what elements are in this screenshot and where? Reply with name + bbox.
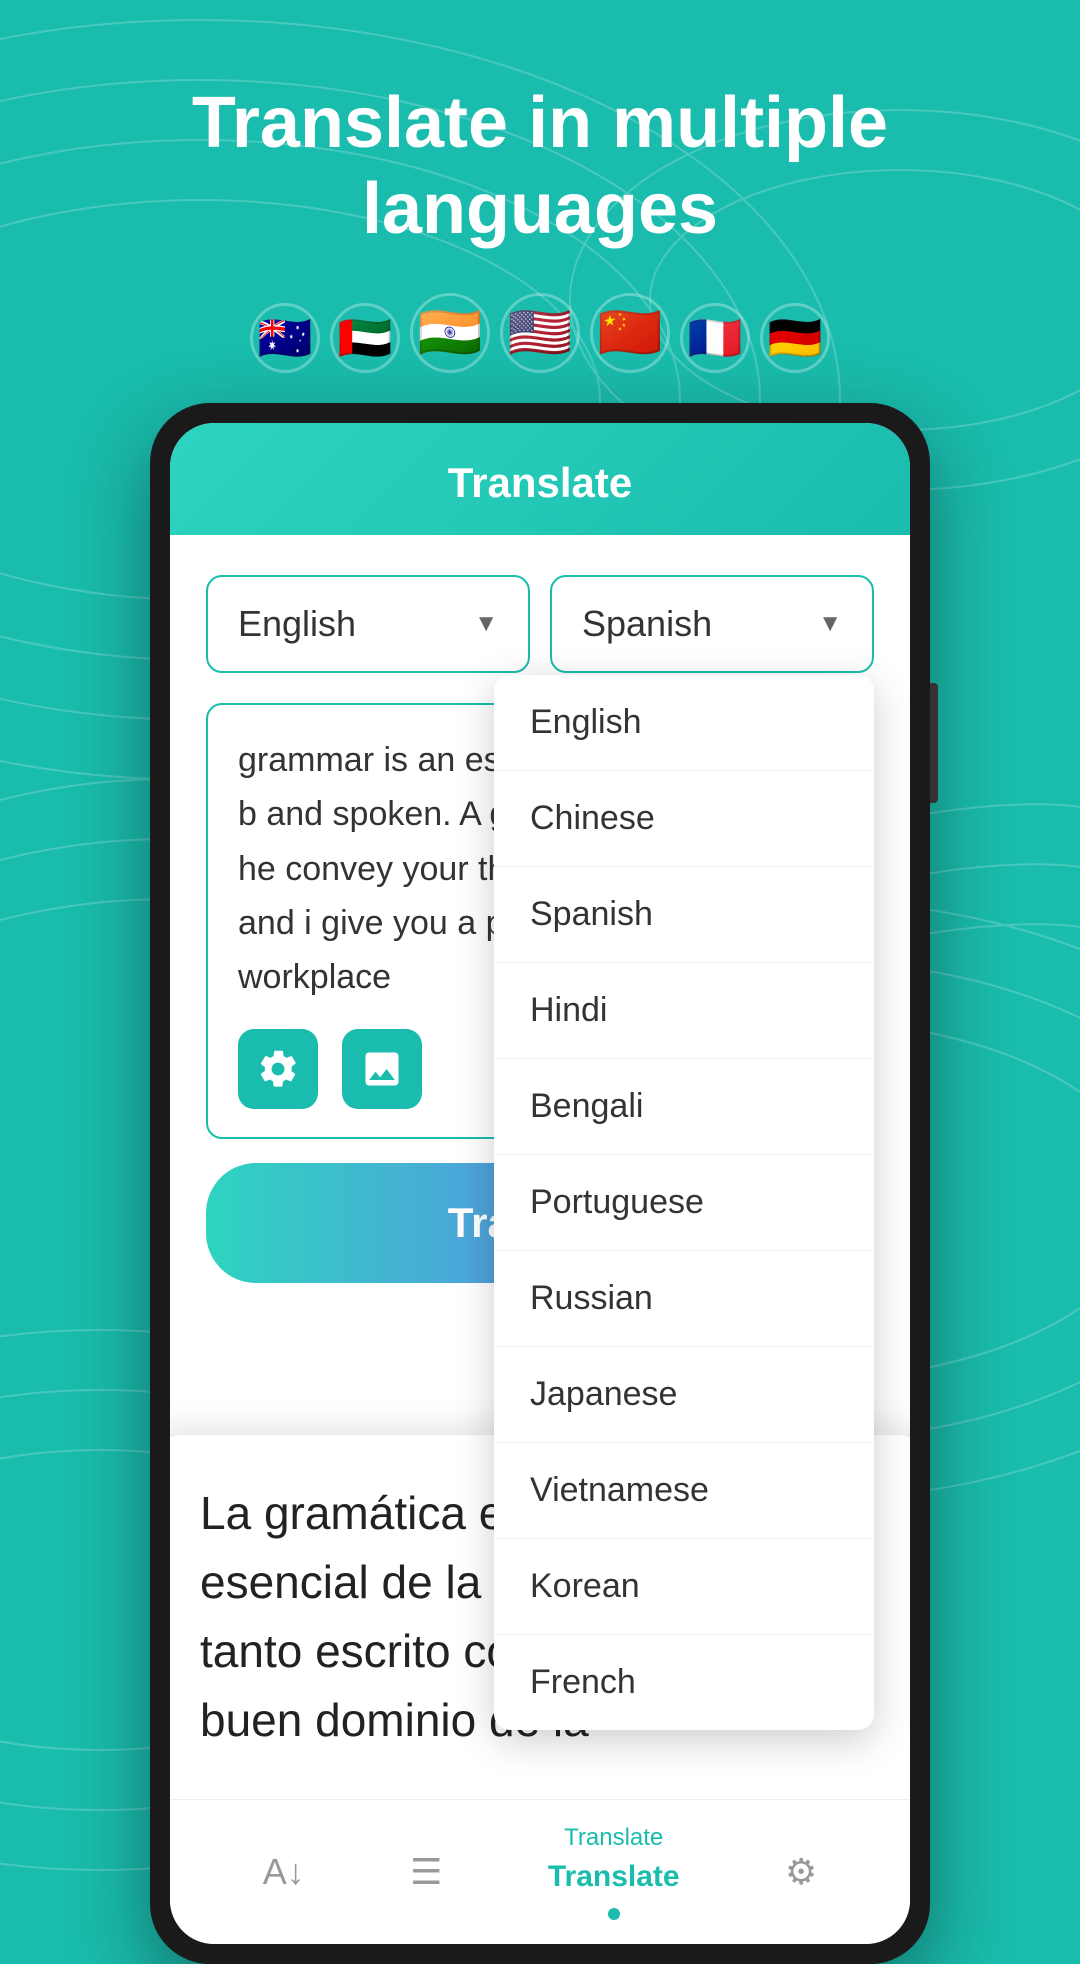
language-dropdown: English Chinese Spanish Hindi Bengali Po…	[494, 675, 874, 1730]
source-language-arrow: ▼	[474, 610, 498, 638]
translate-nav-text: Translate	[548, 1860, 680, 1894]
nav-item-history[interactable]: ☰	[410, 1851, 442, 1893]
image-button[interactable]	[342, 1029, 422, 1109]
image-icon	[360, 1047, 404, 1091]
dropdown-item-bengali[interactable]: Bengali	[494, 1059, 874, 1155]
main-title: Translate in multiple languages	[0, 80, 1080, 253]
translate-text-icon: A↓	[263, 1851, 305, 1893]
settings-icon: ⚙	[785, 1851, 817, 1893]
source-language-selector[interactable]: English ▼	[206, 575, 530, 673]
phone-side-button	[930, 683, 938, 803]
flag-china: 🇨🇳	[590, 293, 670, 373]
nav-item-translate-text[interactable]: A↓	[263, 1851, 305, 1893]
dropdown-item-english[interactable]: English	[494, 675, 874, 771]
dropdown-item-chinese[interactable]: Chinese	[494, 771, 874, 867]
translate-nav-label: Translate	[564, 1824, 663, 1852]
flags-row: 🇦🇺 🇦🇪 🇮🇳 🇺🇸 🇨🇳 🇫🇷 🇩🇪	[250, 293, 830, 373]
nav-item-translate-main[interactable]: Translate Translate	[548, 1824, 680, 1920]
target-language-label: Spanish	[582, 603, 712, 645]
bottom-nav: A↓ ☰ Translate Translate ⚙	[170, 1799, 910, 1944]
flag-usa: 🇺🇸	[500, 293, 580, 373]
dropdown-item-french[interactable]: French	[494, 1635, 874, 1730]
phone-mockup: Translate English ▼ Spanish ▼ En	[150, 403, 930, 1964]
flag-india: 🇮🇳	[410, 293, 490, 373]
target-language-arrow: ▼	[818, 610, 842, 638]
phone-screen: Translate English ▼ Spanish ▼ En	[170, 423, 910, 1944]
nav-active-dot	[608, 1908, 620, 1920]
app-body: English ▼ Spanish ▼ English Chinese Span…	[170, 535, 910, 1435]
flag-uae: 🇦🇪	[330, 303, 400, 373]
camera-icon	[256, 1047, 300, 1091]
nav-item-settings[interactable]: ⚙	[785, 1851, 817, 1893]
language-selector-row: English ▼ Spanish ▼ English Chinese Span…	[206, 575, 874, 673]
dropdown-item-japanese[interactable]: Japanese	[494, 1347, 874, 1443]
flag-france: 🇫🇷	[680, 303, 750, 373]
history-icon: ☰	[410, 1851, 442, 1893]
flag-germany: 🇩🇪	[760, 303, 830, 373]
dropdown-item-russian[interactable]: Russian	[494, 1251, 874, 1347]
dropdown-item-spanish[interactable]: Spanish	[494, 867, 874, 963]
dropdown-item-hindi[interactable]: Hindi	[494, 963, 874, 1059]
app-header-title: Translate	[448, 459, 632, 506]
dropdown-item-korean[interactable]: Korean	[494, 1539, 874, 1635]
target-language-selector[interactable]: Spanish ▼	[550, 575, 874, 673]
camera-button[interactable]	[238, 1029, 318, 1109]
source-language-label: English	[238, 603, 356, 645]
dropdown-item-portuguese[interactable]: Portuguese	[494, 1155, 874, 1251]
app-header: Translate	[170, 423, 910, 535]
flag-australia: 🇦🇺	[250, 303, 320, 373]
dropdown-item-vietnamese[interactable]: Vietnamese	[494, 1443, 874, 1539]
